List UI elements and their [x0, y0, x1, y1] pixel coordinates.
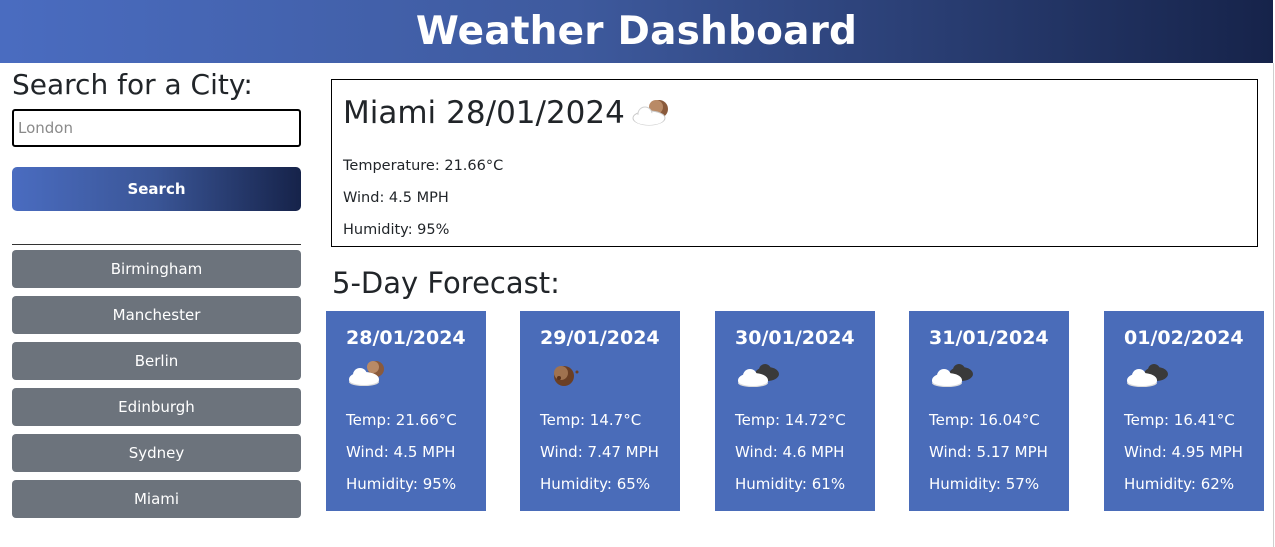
history-button-sydney[interactable]: Sydney: [12, 434, 301, 472]
forecast-date: 28/01/2024: [346, 327, 466, 349]
forecast-temp: Temp: 16.41°C: [1124, 411, 1235, 429]
forecast-humidity: Humidity: 95%: [346, 475, 457, 493]
current-temperature: Temperature: 21.66°C: [343, 158, 504, 174]
forecast-date: 31/01/2024: [929, 327, 1049, 349]
forecast-humidity: Humidity: 62%: [1124, 475, 1235, 493]
page-edge-divider: [1273, 63, 1274, 547]
forecast-wind: Wind: 7.47 MPH: [540, 443, 659, 461]
forecast-temp: Temp: 14.72°C: [735, 411, 846, 429]
history-button-manchester[interactable]: Manchester: [12, 296, 301, 334]
forecast-card: 29/01/2024 Temp: 14.7°C Wind: 7.47 MPH H…: [520, 311, 680, 511]
forecast-humidity: Humidity: 61%: [735, 475, 846, 493]
partly-cloudy-night-icon: [631, 96, 675, 130]
forecast-card: 01/02/2024 Temp: 16.41°C Wind: 4.95 MPH …: [1104, 311, 1264, 511]
search-heading: Search for a City:: [12, 68, 253, 101]
current-weather-title: Miami 28/01/2024: [343, 94, 1246, 132]
forecast-wind: Wind: 4.95 MPH: [1124, 443, 1243, 461]
current-city: Miami: [343, 95, 437, 131]
forecast-date: 01/02/2024: [1124, 327, 1244, 349]
broken-clouds-icon: [929, 357, 1049, 397]
page-title: Weather Dashboard: [415, 9, 858, 54]
forecast-temp: Temp: 14.7°C: [540, 411, 642, 429]
search-history-list: Birmingham Manchester Berlin Edinburgh S…: [12, 250, 301, 526]
search-input[interactable]: [12, 109, 301, 147]
forecast-humidity: Humidity: 65%: [540, 475, 651, 493]
forecast-date: 30/01/2024: [735, 327, 855, 349]
forecast-temp: Temp: 21.66°C: [346, 411, 457, 429]
forecast-heading: 5-Day Forecast:: [332, 266, 560, 300]
current-wind: Wind: 4.5 MPH: [343, 190, 449, 206]
forecast-card: 30/01/2024 Temp: 14.72°C Wind: 4.6 MPH H…: [715, 311, 875, 511]
clear-night-icon: [540, 357, 660, 397]
forecast-wind: Wind: 5.17 MPH: [929, 443, 1048, 461]
broken-clouds-icon: [735, 357, 855, 397]
history-button-edinburgh[interactable]: Edinburgh: [12, 388, 301, 426]
current-weather-panel: Miami 28/01/2024 Temperature: 21.66°C Wi…: [331, 79, 1258, 247]
forecast-cards: 28/01/2024 Temp: 21.66°C Wind: 4.5 MPH H…: [326, 311, 1264, 511]
current-date: 28/01/2024: [446, 95, 625, 131]
forecast-wind: Wind: 4.5 MPH: [346, 443, 456, 461]
forecast-humidity: Humidity: 57%: [929, 475, 1040, 493]
forecast-wind: Wind: 4.6 MPH: [735, 443, 845, 461]
broken-clouds-icon: [1124, 357, 1244, 397]
forecast-card: 31/01/2024 Temp: 16.04°C Wind: 5.17 MPH …: [909, 311, 1069, 511]
current-humidity: Humidity: 95%: [343, 222, 450, 238]
forecast-temp: Temp: 16.04°C: [929, 411, 1040, 429]
search-divider: [12, 244, 301, 245]
history-button-birmingham[interactable]: Birmingham: [12, 250, 301, 288]
partly-cloudy-night-icon: [346, 357, 466, 397]
forecast-date: 29/01/2024: [540, 327, 660, 349]
forecast-card: 28/01/2024 Temp: 21.66°C Wind: 4.5 MPH H…: [326, 311, 486, 511]
search-button[interactable]: Search: [12, 167, 301, 211]
history-button-berlin[interactable]: Berlin: [12, 342, 301, 380]
history-button-miami[interactable]: Miami: [12, 480, 301, 518]
app-header: Weather Dashboard: [0, 0, 1273, 63]
